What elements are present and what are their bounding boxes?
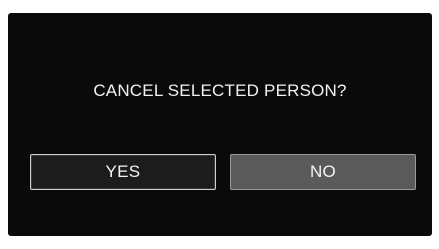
confirmation-message: CANCEL SELECTED PERSON? — [93, 81, 347, 100]
yes-button[interactable]: YES — [30, 154, 216, 190]
no-button[interactable]: NO — [230, 154, 416, 190]
camera-lcd-screen: CANCEL SELECTED PERSON? YES NO — [8, 13, 432, 236]
